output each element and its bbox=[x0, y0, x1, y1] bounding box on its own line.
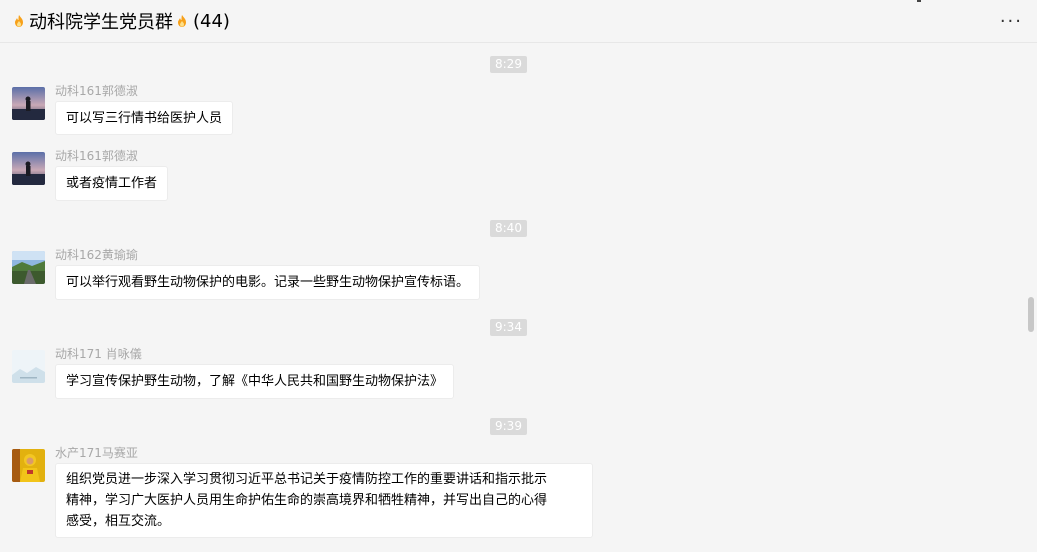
timestamp-badge: 9:34 bbox=[490, 319, 527, 336]
timestamp-badge: 8:40 bbox=[490, 220, 527, 237]
scrollbar-thumb[interactable] bbox=[1028, 297, 1034, 332]
message-bubble[interactable]: 或者疫情工作者 bbox=[55, 166, 169, 201]
avatar[interactable] bbox=[12, 350, 45, 383]
avatar[interactable] bbox=[12, 87, 45, 120]
sunset-silhouette-avatar bbox=[12, 87, 45, 120]
yellow-figure-avatar bbox=[12, 449, 45, 482]
timestamp-badge: 9:39 bbox=[490, 418, 527, 435]
chat-message-area[interactable]: 8:29 动科161郭德淑 可以写三行情书给医护人员 动科161郭德淑 或者疫情… bbox=[0, 44, 1037, 552]
message-line: 感受，相互交流。 bbox=[66, 514, 171, 529]
sender-name: 动科171 肖咏儀 bbox=[55, 347, 142, 361]
sender-name: 动科162黄瑜瑜 bbox=[55, 248, 138, 262]
message-bubble[interactable]: 可以举行观看野生动物保护的电影。记录一些野生动物保护宣传标语。 bbox=[55, 265, 481, 300]
message-bubble[interactable]: 可以写三行情书给医护人员 bbox=[55, 101, 234, 135]
message-bubble[interactable]: 组织党员进一步深入学习贯彻习近平总书记关于疫情防控工作的重要讲话和指示批示 精神… bbox=[55, 463, 593, 538]
timestamp-badge: 8:29 bbox=[490, 56, 527, 73]
fire-icon bbox=[15, 15, 23, 27]
pale-landscape-avatar bbox=[12, 350, 45, 383]
message-bubble[interactable]: 学习宣传保护野生动物，了解《中华人民共和国野生动物保护法》 bbox=[55, 364, 455, 399]
sender-name: 动科161郭德淑 bbox=[55, 84, 138, 98]
sunset-silhouette-avatar bbox=[12, 152, 45, 185]
chat-title[interactable]: 动科院学生党员群 (44) bbox=[12, 8, 230, 34]
avatar[interactable] bbox=[12, 449, 45, 482]
chat-header: 动科院学生党员群 (44) ··· bbox=[0, 0, 1037, 43]
group-name: 动科院学生党员群 bbox=[29, 12, 173, 33]
avatar[interactable] bbox=[12, 152, 45, 185]
sender-name: 水产171马赛亚 bbox=[55, 446, 138, 460]
more-dots-icon[interactable]: ··· bbox=[1000, 11, 1023, 32]
avatar[interactable] bbox=[12, 251, 45, 284]
sender-name: 动科161郭德淑 bbox=[55, 149, 138, 163]
message-line: 组织党员进一步深入学习贯彻习近平总书记关于疫情防控工作的重要讲话和指示批示 bbox=[66, 472, 548, 487]
member-count: (44) bbox=[193, 10, 230, 32]
window-edge-mark bbox=[917, 0, 921, 2]
landscape-road-avatar bbox=[12, 251, 45, 284]
fire-icon bbox=[178, 15, 186, 27]
message-line: 精神，学习广大医护人员用生命护佑生命的崇高境界和牺牲精神，并写出自己的心得 bbox=[66, 493, 548, 508]
